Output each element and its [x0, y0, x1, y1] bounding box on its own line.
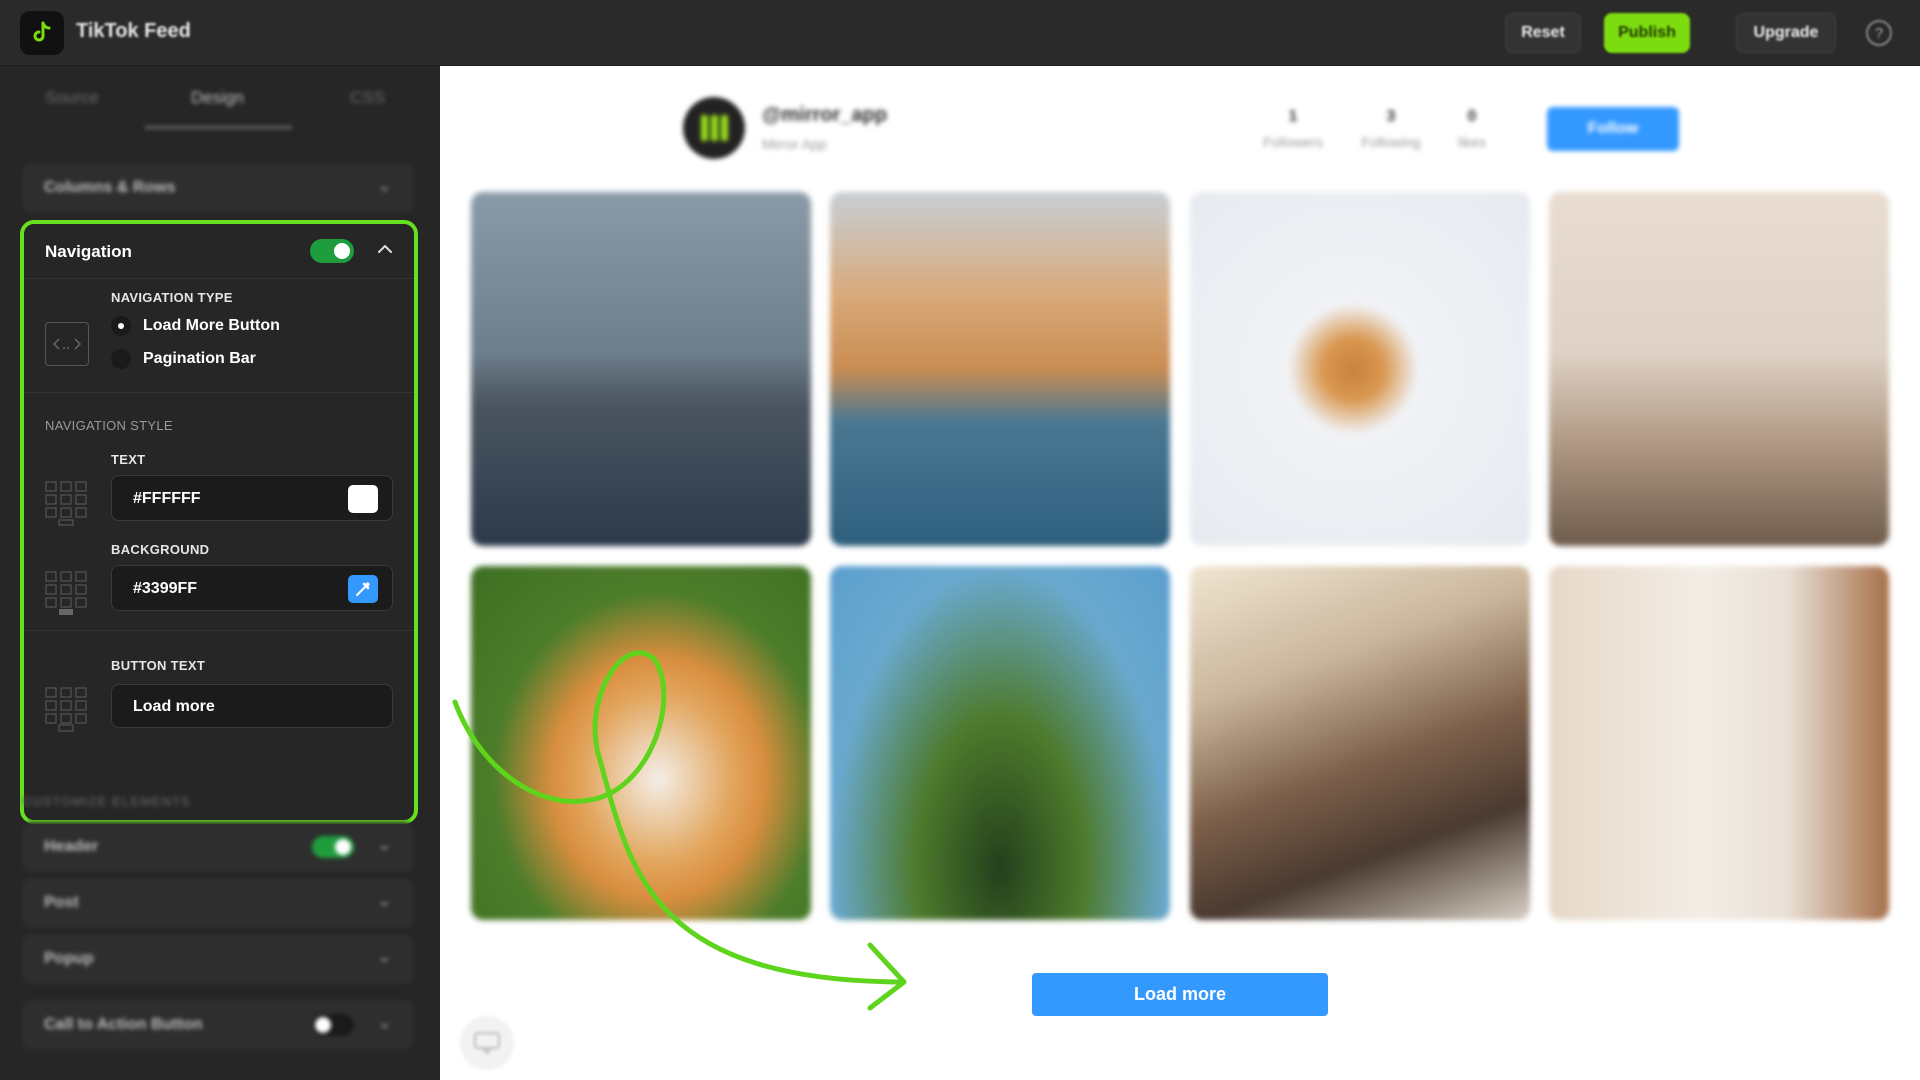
- chevron-up-icon[interactable]: [374, 238, 396, 260]
- chevron-down-icon: ⌄: [376, 834, 392, 854]
- feed-preview: @mirror_app Mirror App 1 Followers 3 Fol…: [440, 66, 1920, 1080]
- upgrade-button[interactable]: Upgrade: [1736, 13, 1836, 53]
- publish-button[interactable]: Publish: [1604, 13, 1690, 53]
- code-icon: [45, 322, 89, 366]
- text-color-field[interactable]: #FFFFFF: [111, 475, 393, 521]
- background-color-value: #3399FF: [133, 580, 198, 597]
- chevron-down-icon: ⌄: [376, 175, 392, 195]
- stat-following: 3 Following: [1361, 108, 1421, 150]
- feed-post[interactable]: [1549, 192, 1889, 546]
- button-text-field[interactable]: Load more: [111, 684, 393, 728]
- cta-toggle[interactable]: [312, 1014, 354, 1036]
- app-title: TikTok Feed: [76, 20, 191, 42]
- navigation-toggle[interactable]: [310, 239, 354, 263]
- stat-followers: 1 Followers: [1263, 108, 1323, 150]
- option-load-more-label[interactable]: Load More Button: [143, 317, 280, 335]
- grid-text-icon: [45, 481, 87, 526]
- profile-header: @mirror_app Mirror App 1 Followers 3 Fol…: [440, 66, 1920, 186]
- avatar[interactable]: [683, 97, 745, 159]
- question-icon[interactable]: ?: [1866, 20, 1892, 46]
- columns-rows-section[interactable]: Columns & Rows ⌄: [22, 163, 414, 213]
- post-label: Post: [44, 894, 79, 911]
- grid-background-icon: [45, 571, 87, 615]
- navigation-title: Navigation: [45, 242, 132, 261]
- radio-pagination-bar[interactable]: [111, 349, 131, 369]
- post-section[interactable]: Post ⌄: [22, 878, 414, 928]
- top-bar: TikTok Feed Reset Publish Upgrade ?: [0, 0, 1920, 66]
- feed-post[interactable]: [471, 566, 811, 920]
- feed-post[interactable]: [1549, 566, 1889, 920]
- tab-underline: [145, 126, 292, 129]
- chevron-down-icon: ⌄: [376, 890, 392, 910]
- feed-post[interactable]: [471, 192, 811, 546]
- feed-post[interactable]: [1190, 566, 1530, 920]
- navigation-panel: Navigation NAVIGATION TYPE Load More But…: [20, 220, 418, 824]
- navigation-type-caption: NAVIGATION TYPE: [111, 290, 233, 305]
- cta-section[interactable]: Call to Action Button ⌄: [22, 1000, 414, 1050]
- feed-post[interactable]: [830, 192, 1170, 546]
- button-text-caption: BUTTON TEXT: [111, 658, 206, 673]
- feed-post[interactable]: [1190, 192, 1530, 546]
- background-color-field[interactable]: #3399FF: [111, 565, 393, 611]
- text-color-value: #FFFFFF: [133, 490, 201, 507]
- stat-likes: 0 likes: [1457, 108, 1486, 150]
- radio-load-more[interactable]: [111, 316, 131, 336]
- option-pagination-bar-label[interactable]: Pagination Bar: [143, 350, 256, 368]
- tiktok-icon: [20, 11, 64, 55]
- tab-source[interactable]: Source: [45, 88, 99, 108]
- navigation-style-caption: NAVIGATION STYLE: [45, 418, 173, 433]
- chat-icon[interactable]: [460, 1016, 514, 1070]
- sidebar-tabs: Source Design CSS: [0, 66, 440, 132]
- header-section[interactable]: Header ⌄: [22, 822, 414, 872]
- background-caption: BACKGROUND: [111, 542, 210, 557]
- popup-label: Popup: [44, 950, 94, 967]
- profile-display-name: Mirror App: [762, 136, 827, 152]
- profile-username[interactable]: @mirror_app: [762, 104, 887, 127]
- tab-css[interactable]: CSS: [350, 88, 385, 108]
- button-text-value: Load more: [133, 698, 215, 715]
- grid-button-text-icon: [45, 687, 87, 732]
- text-color-swatch[interactable]: [348, 485, 378, 513]
- reset-button[interactable]: Reset: [1505, 13, 1581, 53]
- tab-design[interactable]: Design: [191, 88, 244, 108]
- popup-section[interactable]: Popup ⌄: [22, 934, 414, 984]
- follow-button[interactable]: Follow: [1547, 107, 1679, 151]
- feed-post[interactable]: [830, 566, 1170, 920]
- columns-rows-label: Columns & Rows: [44, 179, 176, 196]
- cta-label: Call to Action Button: [44, 1016, 203, 1033]
- eyedropper-icon[interactable]: [348, 575, 378, 603]
- sidebar: Source Design CSS Columns & Rows ⌄ Navig…: [0, 66, 440, 1080]
- customize-elements-caption: CUSTOMIZE ELEMENTS: [22, 794, 191, 809]
- load-more-button[interactable]: Load more: [1032, 973, 1328, 1016]
- chevron-down-icon: ⌄: [376, 946, 392, 966]
- chevron-down-icon: ⌄: [376, 1012, 392, 1032]
- header-label: Header: [44, 838, 99, 855]
- text-caption: TEXT: [111, 452, 146, 467]
- header-toggle[interactable]: [312, 836, 354, 858]
